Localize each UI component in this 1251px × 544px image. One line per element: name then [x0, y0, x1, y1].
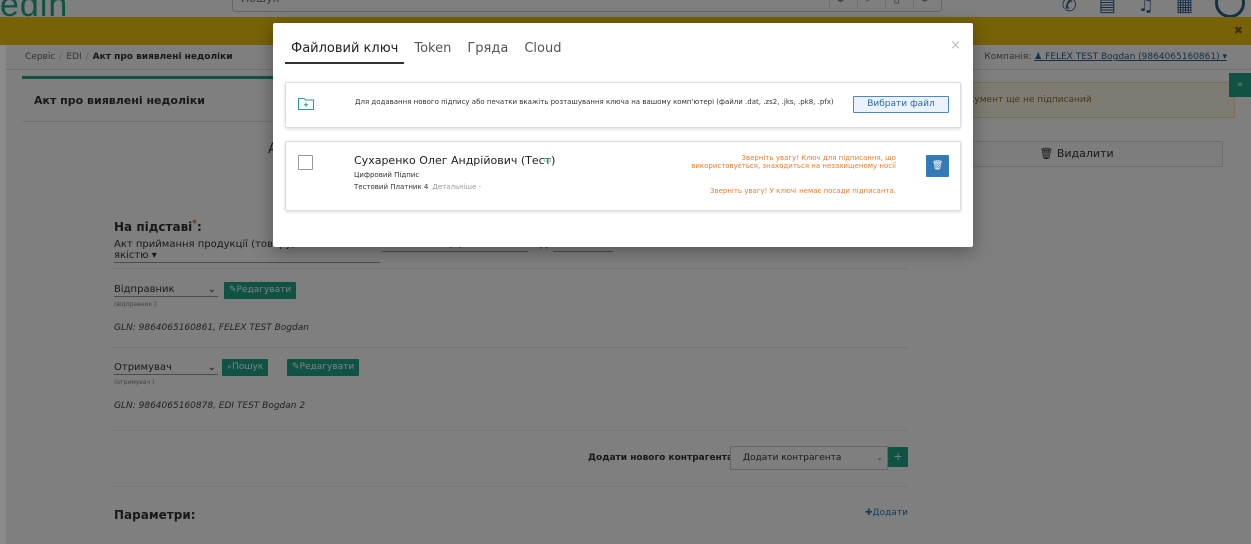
key-payer: Тестовий Платник 4 Детальніше -	[354, 183, 482, 191]
key-card: Сухаренко Олег Андрійович (Тест) ▭ Цифро…	[285, 141, 961, 211]
tab-token[interactable]: Token	[408, 41, 457, 64]
key-type: Цифровий Підпис	[354, 171, 420, 179]
delete-key-button[interactable]: 🗑	[926, 155, 949, 177]
id-card-icon: ▭	[543, 155, 552, 165]
tab-file-key[interactable]: Файловий ключ	[285, 41, 405, 64]
key-source-tabs: Файловий ключ Token Гряда Cloud	[285, 41, 571, 64]
file-upload-card: Для додавання нового підпису або печатки…	[285, 82, 961, 128]
no-position-warning: Зверніть увагу! У ключі немає посади під…	[709, 187, 896, 195]
signature-key-modal: × Файловий ключ Token Гряда Cloud Для до…	[273, 23, 973, 247]
unsafe-media-warning: Зверніть увагу! Ключ для підписання, що …	[691, 154, 896, 170]
close-icon[interactable]: ×	[950, 38, 961, 53]
key-owner-name: Сухаренко Олег Андрійович (Тест)	[354, 154, 556, 167]
left-scroll-strip	[0, 45, 6, 544]
key-select-checkbox[interactable]	[298, 155, 313, 170]
trash-icon: 🗑	[931, 161, 944, 171]
choose-file-button[interactable]: Вибрати файл	[853, 96, 949, 113]
details-link[interactable]: Детальніше -	[432, 183, 481, 191]
tab-cloud[interactable]: Cloud	[518, 41, 567, 64]
folder-add-icon	[298, 98, 314, 110]
tab-gryada[interactable]: Гряда	[461, 41, 514, 64]
file-prompt-text: Для додавання нового підпису або печатки…	[355, 98, 834, 106]
